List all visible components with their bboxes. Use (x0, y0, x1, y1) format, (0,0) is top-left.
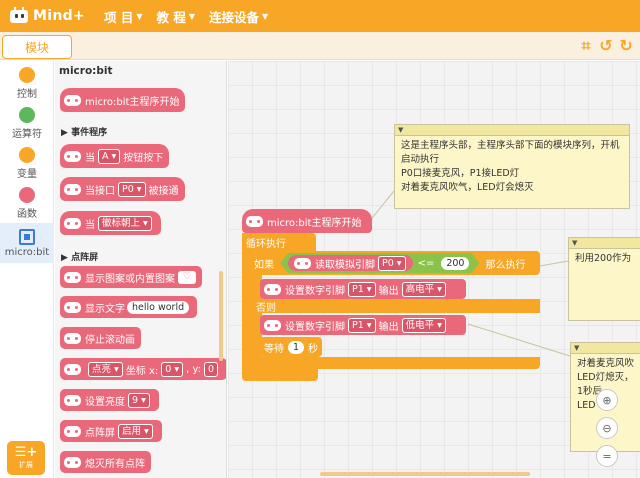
redo-icon[interactable]: ↻ (618, 37, 634, 55)
plot-y-dropdown[interactable]: 0 (204, 361, 219, 377)
zoom-reset-icon[interactable]: = (596, 445, 618, 467)
sub-bar: 模块 ⌗ ↺ ↻ (0, 32, 640, 60)
category-dot-icon (19, 146, 35, 163)
threshold-input[interactable]: 200 (441, 257, 469, 270)
show-text-input[interactable]: hello world (127, 300, 190, 314)
ws-read-analog-block[interactable]: 读取模拟引脚 P0 ▾ (288, 255, 413, 271)
analog-pin-dropdown[interactable]: P0 ▾ (378, 256, 406, 271)
wait-input[interactable]: 1 (288, 340, 305, 354)
chevron-down-icon: ▼ (136, 11, 143, 21)
ws-if-foot (252, 357, 540, 369)
block-stop-scroll[interactable]: 停止滚动画 (60, 327, 141, 349)
comment-main[interactable]: ▼ 这是主程序头部，主程序头部下面的模块序列，开机启动执行 P0口接麦克风，P1… (394, 124, 630, 209)
palette-header: micro:bit (59, 65, 113, 77)
app-name: Mind+ (33, 8, 85, 24)
microbit-icon (64, 425, 81, 437)
category-functions[interactable]: 函数 (0, 183, 54, 223)
collapse-icon[interactable]: ▼ (571, 343, 640, 354)
matrix-dropdown[interactable]: 启用 ▾ (118, 423, 153, 439)
brightness-dropdown[interactable]: 9 ▾ (128, 392, 150, 408)
category-variables[interactable]: 变量 (0, 143, 54, 183)
microbit-icon (294, 258, 311, 269)
block-when-pin[interactable]: 当接口 P0 ▾ 被接通 (60, 177, 185, 201)
level-low-dropdown[interactable]: 低电平 ▾ (401, 317, 446, 333)
block-matrix-enable[interactable]: 点阵屏 启用 ▾ (60, 420, 162, 442)
comment-threshold[interactable]: ▼ 利用200作为 (568, 237, 640, 321)
workspace-tools: ⌗ ↺ ↻ (574, 37, 634, 55)
block-brightness[interactable]: 设置亮度 9 ▾ (60, 389, 159, 411)
collapse-icon[interactable]: ▼ (395, 125, 629, 136)
pin-dropdown[interactable]: P0 ▾ (118, 181, 146, 197)
category-microbit[interactable]: micro:bit (0, 223, 54, 263)
block-show-image[interactable]: 显示图案或内置图案 ♡ (60, 266, 202, 288)
menu-project[interactable]: 项 目 ▼ (104, 7, 143, 26)
main-menu: 项 目 ▼ 教 程 ▼ 连接设备 ▼ (104, 7, 282, 26)
microbit-icon (246, 215, 263, 227)
gesture-dropdown[interactable]: 徽标朝上 ▾ (98, 215, 152, 231)
chevron-down-icon: ▼ (262, 11, 269, 21)
menu-connect-device[interactable]: 连接设备 ▼ (209, 7, 268, 26)
plot-dropdown[interactable]: 点亮 ▾ (88, 361, 123, 377)
ws-main-start-block[interactable]: micro:bit主程序开始 (242, 209, 372, 233)
microbit-icon (64, 150, 81, 162)
plot-x-dropdown[interactable]: 0 ▾ (161, 361, 184, 377)
block-show-text[interactable]: 显示文字 hello world (60, 296, 198, 318)
category-operators[interactable]: 运算符 (0, 103, 54, 143)
palette-scrollbar[interactable] (219, 271, 223, 361)
block-palette: micro:bit micro:bit主程序开始 ▶ 事件程序 当 A ▾ 按钮… (55, 61, 227, 478)
level-high-dropdown[interactable]: 高电平 ▾ (401, 281, 446, 297)
microbit-icon (64, 332, 81, 344)
code-workspace[interactable]: micro:bit主程序开始 循环执行 如果 读取模拟引脚 P0 ▾ <= 20… (228, 61, 640, 478)
microbit-icon (64, 271, 81, 283)
block-main-start[interactable]: micro:bit主程序开始 (60, 88, 186, 112)
block-plot[interactable]: 点亮 ▾ 坐标 x: 0 ▾ , y: 0 (60, 358, 226, 380)
heart-icon[interactable]: ♡ (178, 270, 196, 284)
app-root: Mind+ 项 目 ▼ 教 程 ▼ 连接设备 ▼ 模块 ⌗ ↺ ↻ 控制 运算符 变量 (0, 0, 640, 478)
block-when-button[interactable]: 当 A ▾ 按钮按下 (60, 144, 170, 168)
menu-tutorial[interactable]: 教 程 ▼ (157, 7, 196, 26)
collapse-icon[interactable]: ▼ (569, 238, 640, 249)
section-display: ▶ 点阵屏 (61, 253, 99, 263)
robot-logo-icon (8, 7, 30, 25)
pin1-dropdown[interactable]: P1 ▾ (348, 281, 376, 297)
zoom-in-icon[interactable]: ⊕ (596, 389, 618, 411)
chip-icon (19, 228, 35, 245)
workspace-scrollbar[interactable] (320, 472, 530, 476)
microbit-icon (64, 301, 81, 313)
ws-if-block[interactable]: 如果 读取模拟引脚 P0 ▾ <= 200 那么执行 (252, 251, 540, 275)
undo-icon[interactable]: ↺ (598, 37, 614, 55)
app-logo[interactable]: Mind+ (8, 7, 88, 25)
microbit-icon (64, 363, 81, 375)
microbit-icon (64, 94, 81, 106)
ws-wait-block[interactable]: 等待 1 秒 (260, 337, 322, 357)
category-dot-icon (19, 106, 35, 123)
tab-modules[interactable]: 模块 (2, 35, 72, 59)
microbit-icon (264, 283, 281, 295)
section-events: ▶ 事件程序 (61, 128, 108, 138)
zoom-out-icon[interactable]: ⊖ (596, 417, 618, 439)
ws-else-block[interactable]: 否则 (252, 299, 540, 314)
block-when-gesture[interactable]: 当 徽标朝上 ▾ (60, 211, 161, 235)
category-control[interactable]: 控制 (0, 63, 54, 103)
microbit-icon (64, 183, 81, 195)
ws-compare-block[interactable]: 读取模拟引脚 P0 ▾ <= 200 (280, 253, 479, 273)
block-clear-matrix[interactable]: 熄灭所有点阵 (60, 451, 151, 473)
button-dropdown[interactable]: A ▾ (98, 148, 121, 164)
extension-button[interactable]: ☰+ 扩展 (7, 441, 45, 475)
ws-forever-block[interactable]: 循环执行 (242, 233, 316, 251)
microbit-icon (64, 217, 81, 229)
pin2-dropdown[interactable]: P1 ▾ (348, 317, 376, 333)
top-bar: Mind+ 项 目 ▼ 教 程 ▼ 连接设备 ▼ (0, 0, 640, 32)
microbit-icon (64, 394, 81, 406)
ws-set-pin-high-block[interactable]: 设置数字引脚 P1 ▾ 输出 高电平 ▾ (260, 279, 466, 299)
ws-set-pin-low-block[interactable]: 设置数字引脚 P1 ▾ 输出 低电平 ▾ (260, 315, 466, 335)
category-dot-icon (19, 66, 35, 83)
microbit-icon (264, 319, 281, 331)
extension-icon: ☰+ (14, 445, 38, 460)
category-list: 控制 运算符 变量 函数 micro:bit ☰+ 扩展 (0, 61, 54, 478)
chevron-down-icon: ▼ (188, 11, 196, 21)
crop-icon[interactable]: ⌗ (578, 37, 594, 55)
microbit-icon (64, 456, 81, 468)
category-dot-icon (19, 186, 35, 203)
